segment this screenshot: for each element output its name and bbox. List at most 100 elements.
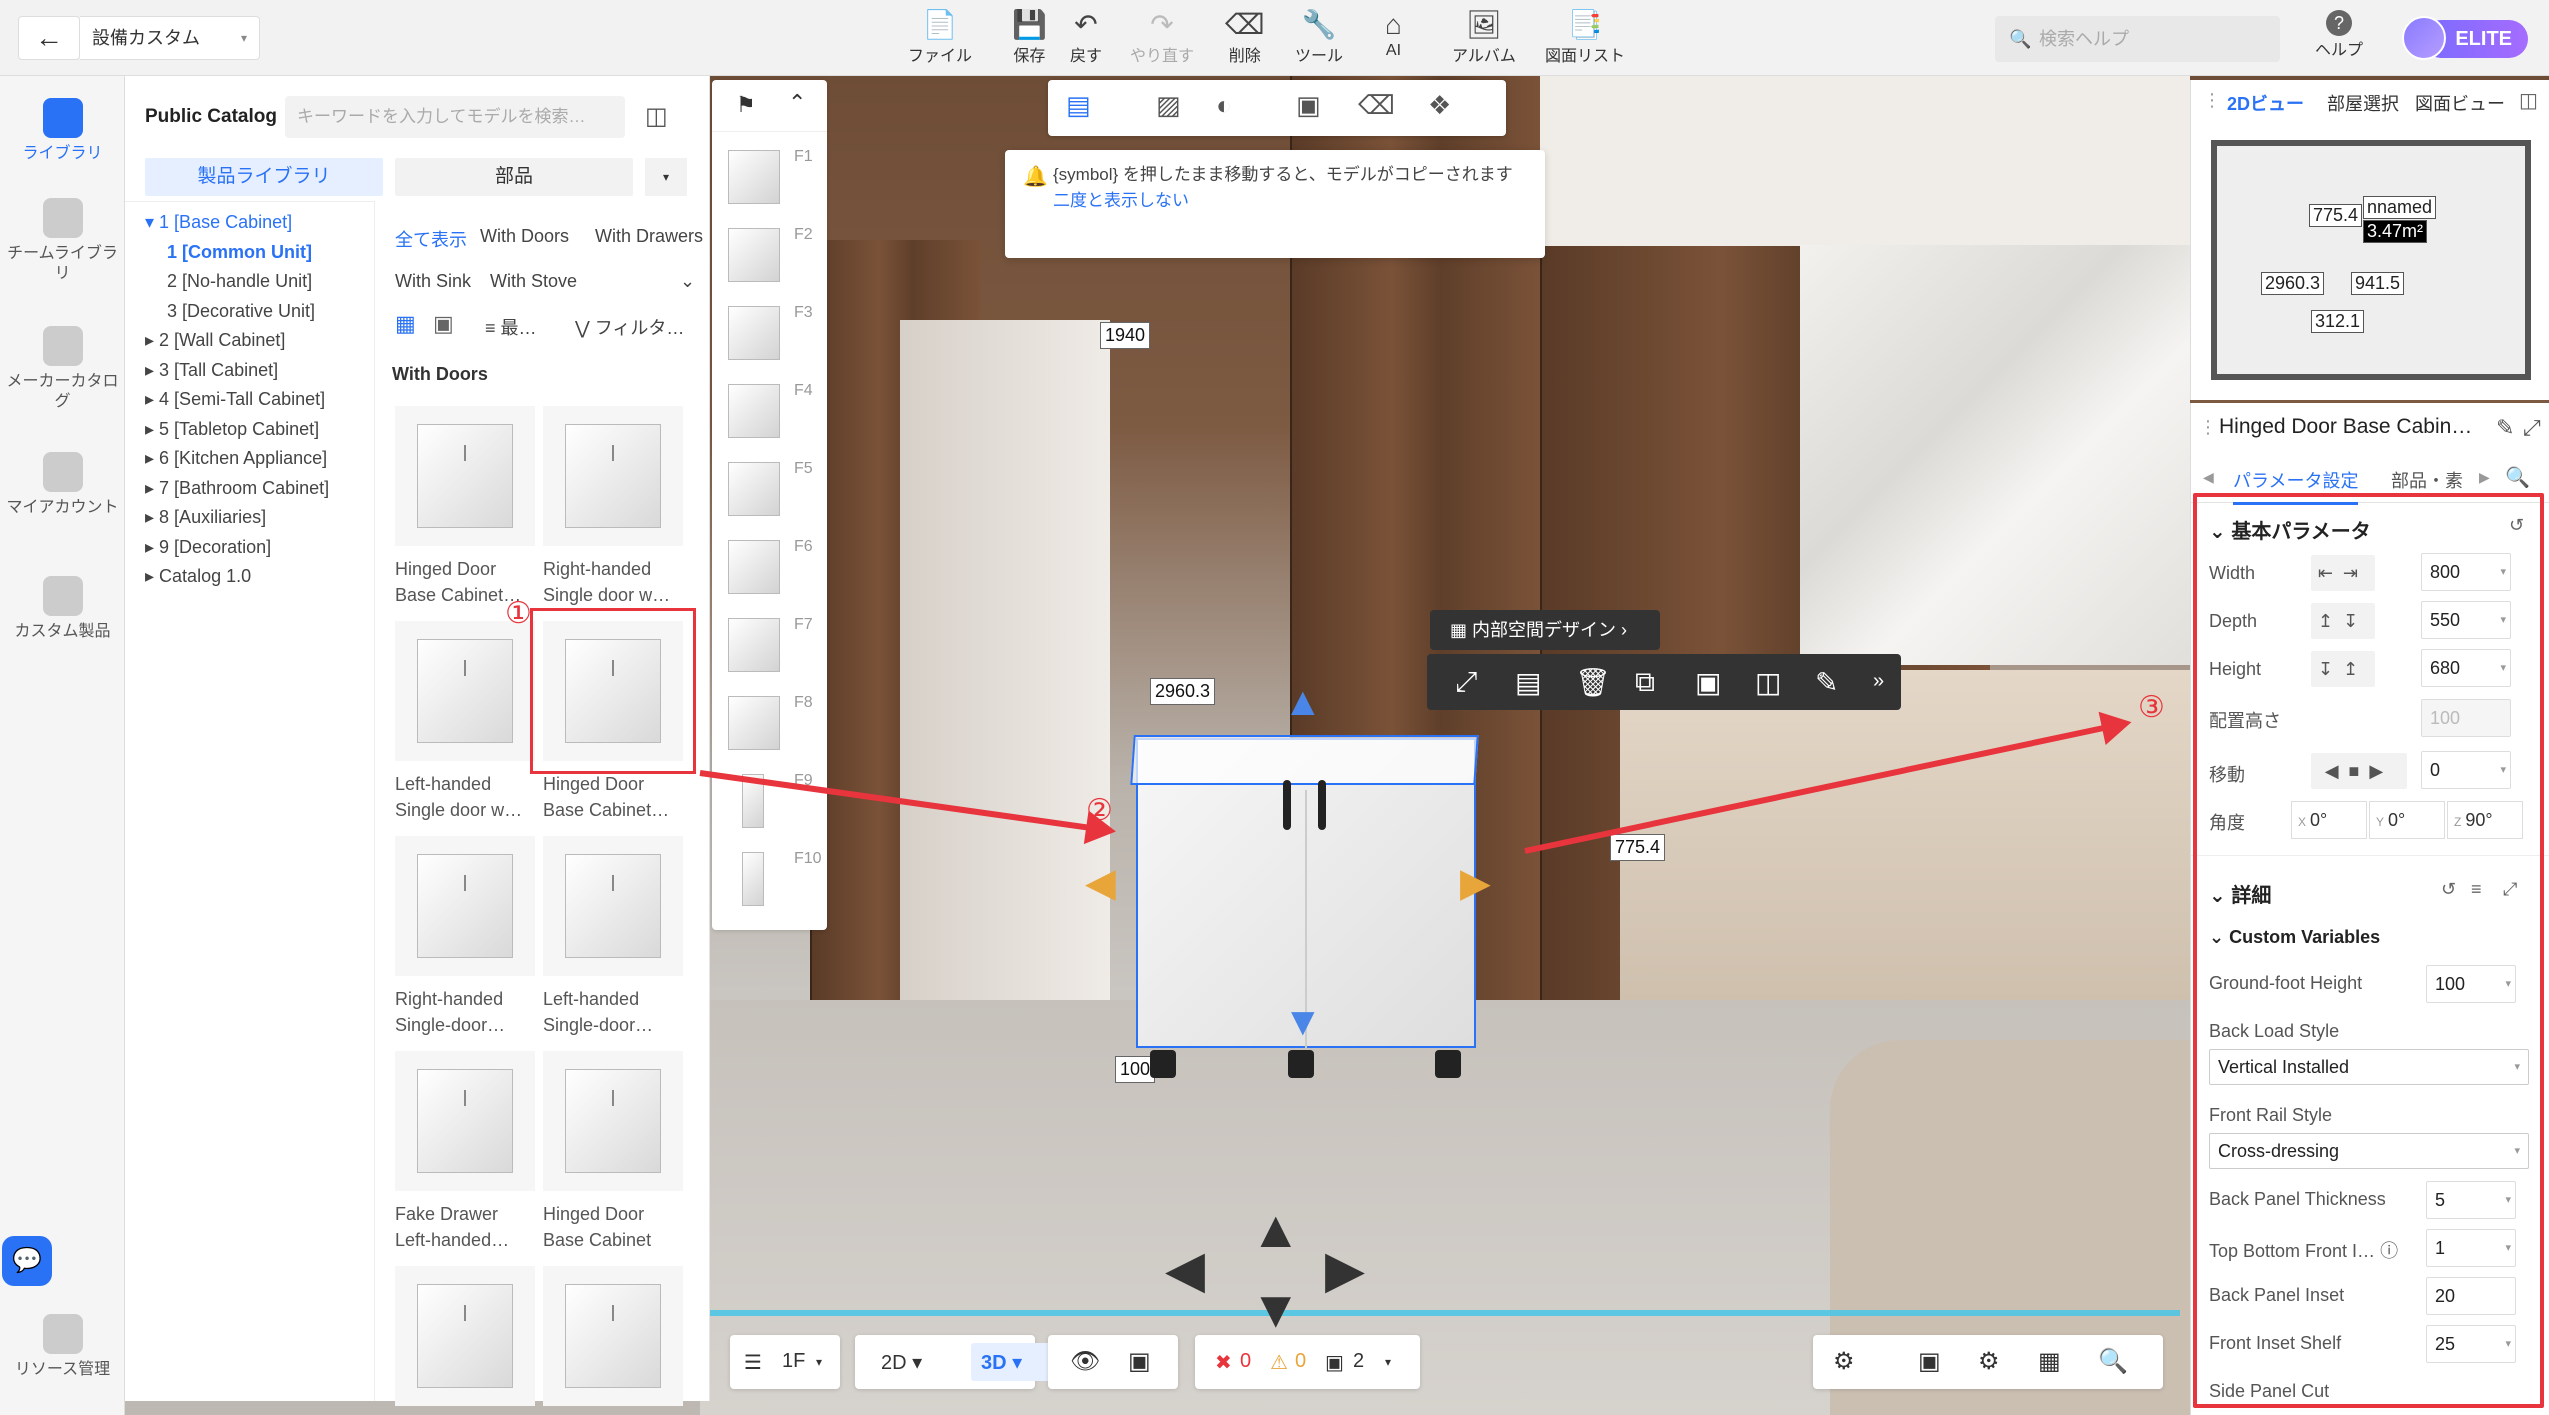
product-card[interactable]: Hinged Door Base Cabinet	[543, 1051, 683, 1253]
edit-icon[interactable]: ✎	[2496, 415, 2514, 441]
interior-design-button[interactable]: ▦ 内部空間デザイン ›	[1430, 610, 1660, 650]
move-down-arrow-icon[interactable]: ▼	[1283, 1000, 1323, 1045]
toolbar-file[interactable]: 📄 ファイル	[908, 8, 972, 66]
fit-view-icon[interactable]: ▣	[1695, 666, 1721, 699]
scale-icon[interactable]: ⤢	[1455, 666, 1477, 699]
product-card[interactable]: Fake Drawer Left-handed…	[395, 1051, 535, 1253]
floor-plan-minimap[interactable]: 775.4 2960.3 941.5 312.1 nnamed 3.47m²	[2211, 140, 2531, 380]
tab-room-select[interactable]: 部屋選択	[2327, 90, 2399, 116]
rail-maker-catalog[interactable]: メーカーカタログ	[0, 326, 125, 412]
floor-selector[interactable]: ☰ 1F ▾	[730, 1335, 840, 1389]
tab-parts[interactable]: 部品	[395, 158, 633, 196]
tree-item-wall-cabinet[interactable]: ▸ 2 [Wall Cabinet]	[145, 330, 285, 351]
rail-custom-products[interactable]: カスタム製品	[0, 576, 125, 642]
align-icon[interactable]: ▤	[1515, 666, 1541, 699]
move-up-arrow-icon[interactable]: ▲	[1283, 680, 1323, 725]
material-icon[interactable]: ◐	[1216, 90, 1232, 121]
nav-left-icon[interactable]: ◀	[1165, 1240, 1205, 1300]
annotation-tool-icon[interactable]: ▤	[1066, 90, 1091, 121]
quick-model-f3[interactable]: F3	[724, 298, 824, 368]
nav-down-icon[interactable]: ▼	[1250, 1280, 1301, 1340]
quick-model-f5[interactable]: F5	[724, 454, 824, 524]
product-card[interactable]: Right-handed Single-door…	[395, 836, 535, 1038]
quick-model-f2[interactable]: F2	[724, 220, 824, 290]
toolbar-album[interactable]: 🖼 アルバム	[1452, 8, 1516, 66]
tree-item-decoration[interactable]: ▸ 9 [Decoration]	[145, 537, 271, 558]
tree-item-auxiliaries[interactable]: ▸ 8 [Auxiliaries]	[145, 507, 266, 528]
toolbar-undo[interactable]: ↶ 戻す	[1070, 8, 1102, 66]
catalog-search-input[interactable]: キーワードを入力してモデルを検索…	[285, 96, 625, 138]
toolbar-save[interactable]: 💾 保存	[1012, 8, 1047, 66]
product-card[interactable]: Left-handed Single door w…	[395, 621, 535, 823]
move-right-arrow-icon[interactable]: ▶	[1460, 860, 1491, 906]
status-group[interactable]: ✖ 0 ⚠ 0 ▣ 2 ▾	[1195, 1335, 1420, 1389]
tag-icon[interactable]: ⚑	[736, 92, 756, 118]
select-frame-icon[interactable]: ▣	[1296, 90, 1321, 121]
nav-right-icon[interactable]: ▶	[1325, 1240, 1365, 1300]
filter-with-stove[interactable]: With Stove	[490, 271, 577, 292]
tree-item-no-handle[interactable]: 2 [No-handle Unit]	[167, 271, 312, 292]
toolbar-tools[interactable]: 🔧 ツール	[1295, 8, 1343, 66]
quick-model-f8[interactable]: F8	[724, 688, 824, 758]
view-3d-button[interactable]: 3D ▾	[981, 1350, 1022, 1375]
filter-all[interactable]: 全て表示	[395, 226, 467, 252]
product-card[interactable]: Left-handed Single-door…	[543, 836, 683, 1038]
eraser-tool-icon[interactable]: ⌫	[1358, 90, 1395, 121]
tree-item-base-cabinet[interactable]: ▾ 1 [Base Cabinet]	[145, 212, 292, 233]
tree-item-kitchen-appliance[interactable]: ▸ 6 [Kitchen Appliance]	[145, 448, 327, 469]
dont-show-again-link[interactable]: 二度と表示しない	[1053, 188, 1529, 214]
camera-frame-icon[interactable]: ▣	[1918, 1347, 1941, 1376]
tab-more-dropdown[interactable]: ▾	[645, 158, 687, 196]
quick-model-f1[interactable]: F1	[724, 142, 824, 212]
rail-my-account[interactable]: マイアカウント	[0, 452, 125, 518]
product-card[interactable]	[395, 1266, 535, 1406]
toolbar-drawing-list[interactable]: 📑 図面リスト	[1545, 8, 1625, 66]
focus-icon[interactable]: ▦	[2038, 1347, 2061, 1376]
avatar[interactable]	[2402, 16, 2446, 60]
camera-settings-icon[interactable]: ⚙	[1978, 1347, 2000, 1376]
product-card-selected[interactable]: Hinged Door Base Cabinet…	[530, 608, 696, 823]
trash-icon[interactable]: 🗑	[1575, 666, 1611, 699]
filter-with-sink[interactable]: With Sink	[395, 271, 471, 292]
quick-model-f4[interactable]: F4	[724, 376, 824, 446]
paint-roller-icon[interactable]: ▨	[1156, 90, 1181, 121]
plugin-icon[interactable]: ❖	[1428, 90, 1451, 121]
more-icon[interactable]: »	[1873, 670, 1884, 693]
back-button[interactable]: ←	[18, 16, 80, 60]
toolbar-ai[interactable]: ⌂ AI	[1385, 8, 1402, 60]
help-button[interactable]: ? ヘルプ	[2315, 10, 2363, 60]
layout-toggle-icon[interactable]: ◫	[645, 102, 668, 131]
expand-icon[interactable]: ⤢	[2523, 415, 2541, 441]
filter-button[interactable]: ⋁ フィルタ…	[575, 314, 684, 340]
chat-button[interactable]: 💬	[2, 1236, 52, 1286]
tree-item-decorative[interactable]: 3 [Decorative Unit]	[167, 301, 315, 322]
move-left-arrow-icon[interactable]: ◀	[1085, 860, 1116, 906]
product-card[interactable]: Hinged Door Base Cabinet…	[395, 406, 535, 608]
eye-icon[interactable]: 👁	[1070, 1347, 1100, 1376]
zoom-view-icon[interactable]: 🔍	[2098, 1347, 2128, 1376]
drag-handle-icon[interactable]: ⋮	[2199, 417, 2217, 438]
cube-icon[interactable]: ▣	[1128, 1347, 1151, 1376]
tab-parts-materials[interactable]: 部品・素	[2391, 467, 2463, 493]
tree-item-catalog-1[interactable]: ▸ Catalog 1.0	[145, 566, 251, 587]
project-select[interactable]: 設備カスタム ▾	[80, 16, 260, 60]
quick-model-f10[interactable]: F10	[724, 844, 824, 914]
product-card[interactable]: Right-handed Single door w…	[543, 406, 683, 608]
chevron-right-icon[interactable]: ▶	[2479, 469, 2490, 486]
tree-item-semi-tall[interactable]: ▸ 4 [Semi-Tall Cabinet]	[145, 389, 325, 410]
collapse-icon[interactable]: ◫	[2519, 88, 2538, 113]
filter-with-drawers[interactable]: With Drawers	[595, 226, 703, 247]
rail-library[interactable]: ライブラリ	[0, 98, 125, 164]
toolbar-redo[interactable]: ↷ やり直す	[1130, 8, 1194, 66]
tree-item-bathroom[interactable]: ▸ 7 [Bathroom Cabinet]	[145, 478, 329, 499]
rail-team-library[interactable]: チームライブラリ	[0, 198, 125, 284]
search-icon[interactable]: 🔍	[2505, 465, 2530, 490]
help-search-input[interactable]: 🔍 検索ヘルプ	[1995, 16, 2280, 62]
filter-with-doors[interactable]: With Doors	[480, 226, 569, 247]
tree-item-tabletop[interactable]: ▸ 5 [Tabletop Cabinet]	[145, 419, 319, 440]
chevron-up-icon[interactable]: ⌃	[788, 90, 806, 116]
settings-toggle-icon[interactable]: ⚙	[1833, 1347, 1855, 1376]
rail-resource-management[interactable]: リソース管理	[0, 1314, 125, 1380]
toolbar-delete[interactable]: ⌫ 削除	[1225, 8, 1265, 66]
view-2d-button[interactable]: 2D ▾	[881, 1350, 922, 1375]
